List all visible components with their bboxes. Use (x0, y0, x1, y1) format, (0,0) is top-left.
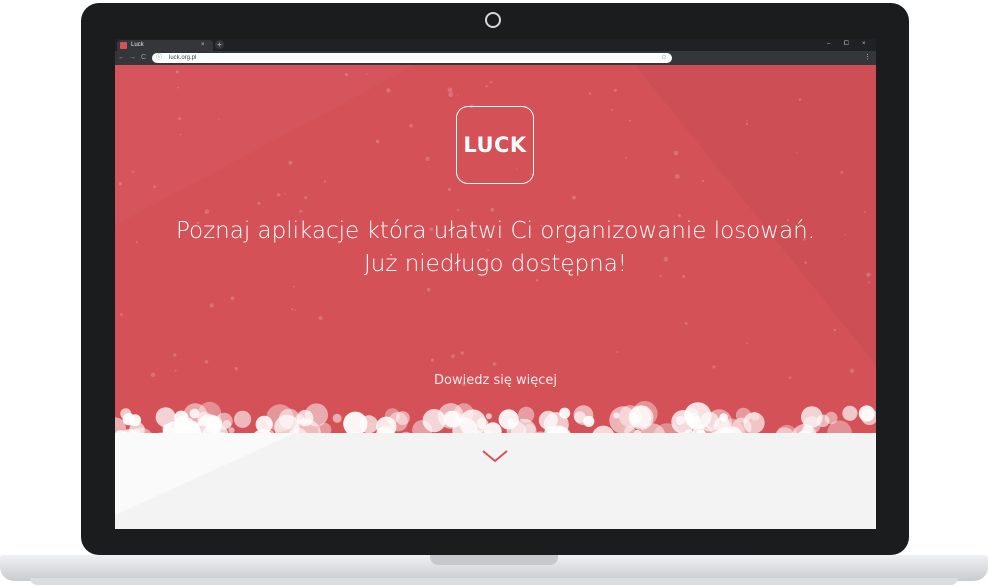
close-window-button[interactable]: × (862, 40, 866, 49)
hero-headline: Poznaj aplikacje która ułatwi Ci organiz… (115, 215, 876, 281)
headline-line-2: Już niedługo dostępna! (363, 251, 628, 277)
tab-close-icon[interactable]: × (201, 41, 205, 50)
luck-logo: LUCK (456, 106, 534, 184)
laptop-base-shadow (30, 578, 958, 585)
reload-button[interactable]: C (141, 53, 146, 63)
browser-toolbar: ← → C ⓘ luck.org.pl ☆ ⋮ (115, 51, 876, 65)
menu-icon[interactable]: ⋮ (864, 53, 871, 63)
chevron-down-icon[interactable] (481, 449, 509, 463)
browser-tab[interactable]: Luck × (117, 40, 213, 51)
forward-button[interactable]: → (129, 53, 136, 63)
new-tab-button[interactable]: + (215, 40, 224, 49)
webcam-icon (485, 12, 501, 28)
url-text[interactable]: luck.org.pl (169, 54, 196, 62)
address-bar[interactable]: ⓘ luck.org.pl ☆ (152, 53, 672, 63)
star-icon[interactable]: ☆ (661, 53, 667, 62)
tab-title: Luck (131, 42, 144, 48)
back-button[interactable]: ← (118, 53, 125, 63)
info-icon[interactable]: ⓘ (156, 54, 162, 62)
favicon-icon (120, 42, 127, 49)
minimize-button[interactable]: – (827, 40, 830, 49)
headline-line-1: Poznaj aplikacje która ułatwi Ci organiz… (175, 218, 816, 244)
browser-tab-bar: Luck × + – ⧠ × (115, 39, 876, 51)
maximize-button[interactable]: ⧠ (844, 40, 849, 49)
logo-text: LUCK (463, 133, 527, 157)
laptop-notch (430, 555, 558, 565)
laptop-screen: Luck × + – ⧠ × ← → C ⓘ luck.org.pl ☆ ⋮ L… (115, 39, 876, 529)
landing-page: LUCK Poznaj aplikacje która ułatwi Ci or… (115, 65, 876, 529)
